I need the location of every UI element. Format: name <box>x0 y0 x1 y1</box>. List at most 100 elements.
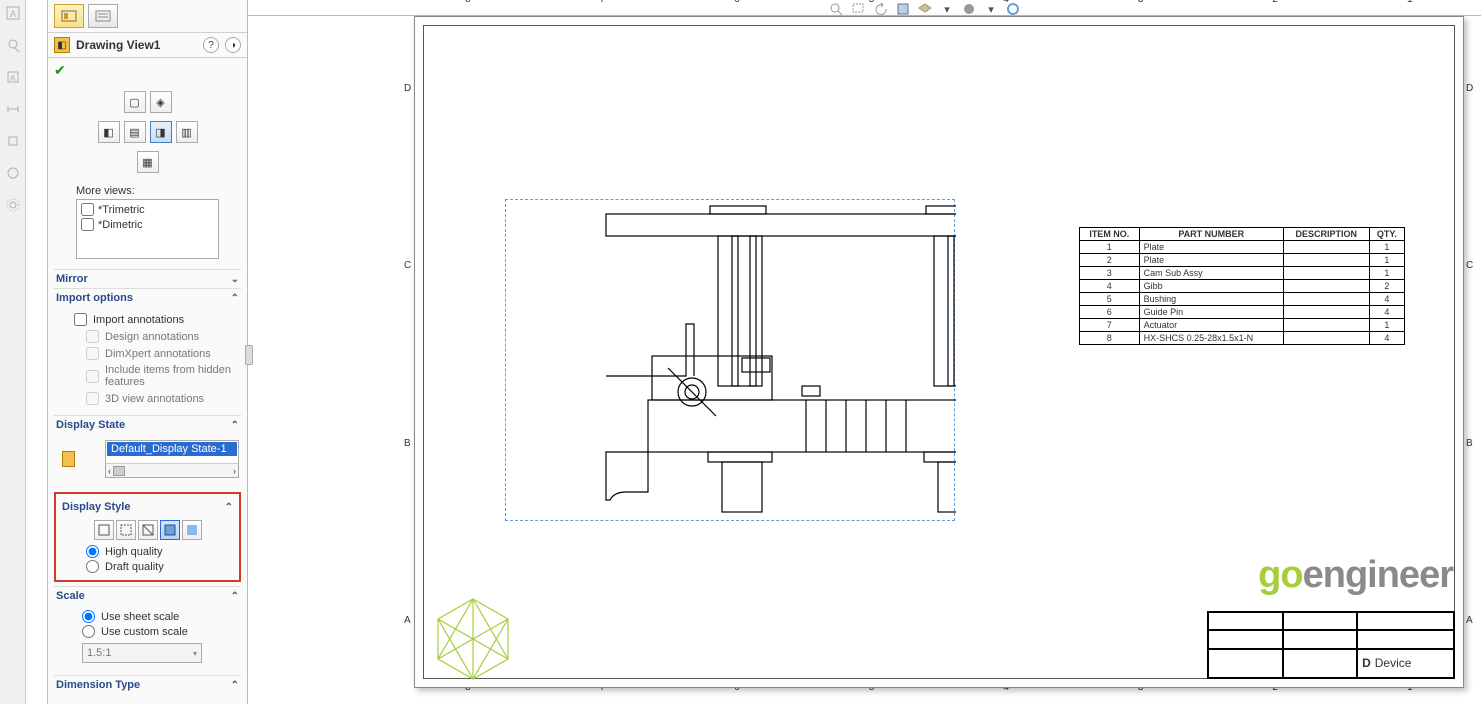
view-orientation-icon[interactable] <box>916 1 934 17</box>
view-heads-up-toolbar: ▾ ▾ <box>828 0 1022 18</box>
bom-cell: 1 <box>1369 254 1404 267</box>
orient-right-icon[interactable]: ◨ <box>150 121 172 143</box>
dimension-type-section-header[interactable]: Dimension Type ⌃ <box>54 675 241 694</box>
scale-section-header[interactable]: Scale ⌃ <box>54 586 241 605</box>
import-annotations-checkbox[interactable] <box>74 313 87 326</box>
table-row[interactable]: 7Actuator1 <box>1080 319 1405 332</box>
drawing-sheet[interactable]: ITEM NO.PART NUMBERDESCRIPTIONQTY. 1Plat… <box>414 16 1464 688</box>
orient-bottom-icon[interactable]: ▦ <box>137 151 159 173</box>
note-tool-icon[interactable]: A <box>3 68 23 86</box>
chevron-up-icon: ⌃ <box>231 293 239 304</box>
wireframe-style-icon[interactable] <box>94 520 114 540</box>
prev-view-icon[interactable] <box>872 1 890 17</box>
import-options-body: Import annotations Design annotations Di… <box>54 307 241 415</box>
scroll-right-icon[interactable]: › <box>233 466 236 476</box>
more-views-listbox[interactable]: *Trimetric *Dimetric <box>76 199 219 259</box>
edit-sheet-icon[interactable] <box>1004 1 1022 17</box>
row-label-right: B <box>1466 438 1473 449</box>
zoom-area-icon[interactable] <box>850 1 868 17</box>
dimension-type-label: Dimension Type <box>56 679 140 691</box>
assembly-drawing <box>506 200 956 522</box>
import-options-label: Import options <box>56 292 133 304</box>
bom-header-cell: PART NUMBER <box>1139 228 1283 241</box>
high-quality-radio[interactable] <box>86 545 99 558</box>
hidden-visible-style-icon[interactable] <box>116 520 136 540</box>
confirm-bar: ✔ <box>48 58 247 83</box>
panel-scroll-area[interactable]: ▢ ◈ ◧ ▤ ◨ ▥ ▦ More views: *Trimetric *Di… <box>48 83 247 704</box>
mirror-label: Mirror <box>56 273 88 285</box>
orient-back-icon[interactable]: ▥ <box>176 121 198 143</box>
chevron-up-icon: ⌃ <box>231 420 239 431</box>
logo-part1: go <box>1258 554 1302 596</box>
table-row[interactable]: 1Plate1 <box>1080 241 1405 254</box>
display-state-list[interactable]: Default_Display State-1 ‹ › <box>105 440 239 478</box>
logo-part2: engineer <box>1303 554 1453 596</box>
panel-splitter-handle[interactable] <box>245 345 253 365</box>
table-row[interactable]: 4Gibb2 <box>1080 280 1405 293</box>
bom-cell <box>1283 254 1369 267</box>
view-3d-annotations-checkbox <box>86 392 99 405</box>
hidden-removed-style-icon[interactable] <box>138 520 158 540</box>
mirror-section-header[interactable]: Mirror ⌄ <box>54 269 241 288</box>
display-style-section-header[interactable]: Display Style ⌃ <box>60 498 235 516</box>
draft-quality-radio[interactable] <box>86 560 99 573</box>
hud-dropdown-icon[interactable]: ▾ <box>982 1 1000 17</box>
table-row[interactable]: 2Plate1 <box>1080 254 1405 267</box>
sheet-size-label: D <box>1362 656 1371 670</box>
orient-left-icon[interactable]: ◧ <box>98 121 120 143</box>
orient-iso-icon[interactable]: ◈ <box>150 91 172 113</box>
title-block[interactable]: D Device <box>1207 611 1455 679</box>
display-state-item-selected[interactable]: Default_Display State-1 <box>107 442 237 456</box>
hud-dropdown-icon[interactable]: ▾ <box>938 1 956 17</box>
bom-cell: HX-SHCS 0.25-28x1.5x1-N <box>1139 332 1283 345</box>
settings-tool-icon[interactable] <box>3 196 23 214</box>
use-sheet-scale-radio[interactable] <box>82 610 95 623</box>
dimetric-checkbox[interactable] <box>81 218 94 231</box>
feature-tree-tab-icon[interactable] <box>88 4 118 28</box>
pin-button[interactable]: ◑ <box>225 37 241 53</box>
orient-top-icon[interactable]: ▤ <box>124 121 146 143</box>
orient-front-icon[interactable]: ▢ <box>124 91 146 113</box>
display-style-hud-icon[interactable] <box>960 1 978 17</box>
bom-cell: Plate <box>1139 254 1283 267</box>
section-tool-icon[interactable] <box>3 132 23 150</box>
bom-cell: 4 <box>1369 293 1404 306</box>
balloon-tool-icon[interactable] <box>3 36 23 54</box>
drawing-canvas-area[interactable]: ▾ ▾ 8877665544332211DDCCBBAA <box>248 0 1481 704</box>
table-row[interactable]: 8HX-SHCS 0.25-28x1.5x1-N4 <box>1080 332 1405 345</box>
scale-value: 1.5:1 <box>87 647 111 659</box>
display-state-section-header[interactable]: Display State ⌃ <box>54 415 241 434</box>
row-label-right: C <box>1466 260 1473 271</box>
ok-checkmark-icon[interactable]: ✔ <box>54 62 66 78</box>
chevron-up-icon: ⌃ <box>225 502 233 513</box>
design-annotations-checkbox <box>86 330 99 343</box>
bom-cell: Gibb <box>1139 280 1283 293</box>
dimension-tool-icon[interactable] <box>3 100 23 118</box>
bom-cell: Guide Pin <box>1139 306 1283 319</box>
misc-tool-icon[interactable] <box>3 164 23 182</box>
shaded-edges-style-icon[interactable] <box>160 520 180 540</box>
world-triad[interactable] <box>428 594 518 684</box>
scroll-left-icon[interactable]: ‹ <box>108 466 111 476</box>
table-row[interactable]: 6Guide Pin4 <box>1080 306 1405 319</box>
section-view-icon[interactable] <box>894 1 912 17</box>
row-label-left: D <box>404 83 411 94</box>
col-label-top: 2 <box>1272 0 1278 5</box>
drawing-view-selection-box[interactable] <box>505 199 955 521</box>
zoom-fit-icon[interactable] <box>828 1 846 17</box>
display-style-buttons <box>60 520 235 540</box>
table-row[interactable]: 3Cam Sub Assy1 <box>1080 267 1405 280</box>
bom-cell <box>1283 306 1369 319</box>
annotation-tool-icon[interactable]: A <box>3 4 23 22</box>
scroll-thumb[interactable] <box>113 466 125 476</box>
bom-table[interactable]: ITEM NO.PART NUMBERDESCRIPTIONQTY. 1Plat… <box>1079 227 1405 345</box>
display-state-hscroll[interactable]: ‹ › <box>106 463 238 477</box>
shaded-style-icon[interactable] <box>182 520 202 540</box>
table-row[interactable]: 5Bushing4 <box>1080 293 1405 306</box>
view-3d-annotations-label: 3D view annotations <box>105 393 204 405</box>
import-options-section-header[interactable]: Import options ⌃ <box>54 288 241 307</box>
use-custom-scale-radio[interactable] <box>82 625 95 638</box>
property-manager-tab-icon[interactable] <box>54 4 84 28</box>
help-button[interactable]: ? <box>203 37 219 53</box>
trimetric-checkbox[interactable] <box>81 203 94 216</box>
